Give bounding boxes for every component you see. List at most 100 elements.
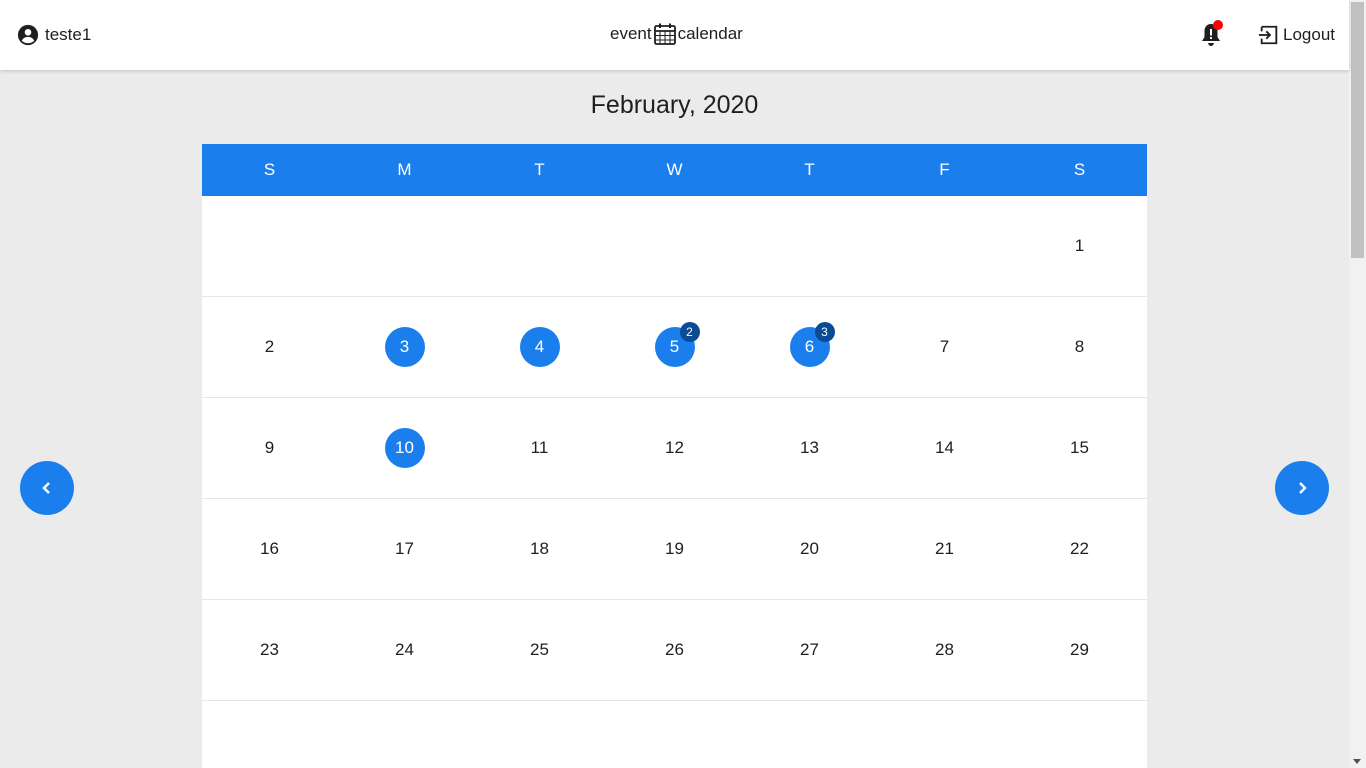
day-number-text: 16 bbox=[260, 539, 279, 558]
day-cell[interactable]: 3 bbox=[337, 297, 472, 397]
day-cell[interactable]: 9 bbox=[202, 398, 337, 498]
logout-label: Logout bbox=[1283, 25, 1335, 44]
day-cell[interactable]: 7 bbox=[877, 297, 1012, 397]
day-number[interactable]: 26 bbox=[655, 630, 695, 670]
day-cell[interactable]: 23 bbox=[202, 600, 337, 700]
day-number-with-event[interactable]: 3 bbox=[384, 327, 425, 367]
day-number-text: 7 bbox=[939, 337, 950, 356]
day-number[interactable]: 19 bbox=[655, 529, 695, 569]
day-number-text: 1 bbox=[1074, 236, 1085, 255]
day-cell bbox=[607, 196, 742, 296]
day-number[interactable]: 15 bbox=[1060, 428, 1100, 468]
day-cell[interactable]: 26 bbox=[607, 600, 742, 700]
calendar-week-row: 16 17 18 19 20 21 22 bbox=[202, 499, 1147, 600]
day-number[interactable]: 12 bbox=[655, 428, 695, 468]
scrollbar-thumb[interactable] bbox=[1351, 2, 1364, 258]
day-cell[interactable]: 15 bbox=[1012, 398, 1147, 498]
day-number[interactable]: 18 bbox=[520, 529, 560, 569]
weekday-label: W bbox=[666, 160, 683, 179]
day-cell[interactable]: 28 bbox=[877, 600, 1012, 700]
logout-button[interactable]: Logout bbox=[1258, 24, 1335, 46]
day-cell[interactable]: 27 bbox=[742, 600, 877, 700]
day-number-with-event[interactable]: 10 bbox=[384, 428, 425, 468]
day-number[interactable]: 21 bbox=[925, 529, 965, 569]
day-number[interactable]: 13 bbox=[790, 428, 830, 468]
day-cell[interactable]: 52 bbox=[607, 297, 742, 397]
next-month-button[interactable] bbox=[1275, 461, 1329, 515]
day-cell[interactable]: 11 bbox=[472, 398, 607, 498]
day-number[interactable]: 16 bbox=[250, 529, 290, 569]
day-cell[interactable]: 21 bbox=[877, 499, 1012, 599]
page-scrollbar[interactable] bbox=[1349, 0, 1366, 768]
previous-month-button[interactable] bbox=[20, 461, 74, 515]
day-number[interactable]: 7 bbox=[925, 327, 965, 367]
day-number[interactable]: 17 bbox=[385, 529, 425, 569]
day-number-text: 9 bbox=[264, 438, 275, 457]
day-cell[interactable]: 12 bbox=[607, 398, 742, 498]
day-number-text: 14 bbox=[935, 438, 954, 457]
day-number[interactable]: 1 bbox=[1060, 226, 1100, 266]
day-cell[interactable]: 19 bbox=[607, 499, 742, 599]
day-cell[interactable]: 2 bbox=[202, 297, 337, 397]
weekday-label: T bbox=[804, 160, 815, 179]
day-number-with-event[interactable]: 63 bbox=[789, 322, 835, 367]
day-number[interactable]: 27 bbox=[790, 630, 830, 670]
calendar-week-row: 234526378 bbox=[202, 297, 1147, 398]
day-cell[interactable]: 1 bbox=[1012, 196, 1147, 296]
day-number-text: 20 bbox=[800, 539, 819, 558]
day-number-with-event[interactable]: 4 bbox=[519, 327, 560, 367]
brand-text-event: event bbox=[610, 24, 652, 43]
day-number[interactable]: 28 bbox=[925, 630, 965, 670]
user-profile[interactable]: teste1 bbox=[17, 24, 91, 46]
notifications-button[interactable] bbox=[1200, 20, 1224, 48]
day-cell[interactable]: 24 bbox=[337, 600, 472, 700]
day-number[interactable]: 22 bbox=[1060, 529, 1100, 569]
day-cell[interactable]: 8 bbox=[1012, 297, 1147, 397]
day-cell[interactable]: 4 bbox=[472, 297, 607, 397]
day-number-text: 5 bbox=[669, 337, 680, 356]
day-cell bbox=[472, 196, 607, 296]
day-number-text: 18 bbox=[530, 539, 549, 558]
day-number[interactable]: 14 bbox=[925, 428, 965, 468]
day-cell bbox=[202, 196, 337, 296]
day-number[interactable]: 29 bbox=[1060, 630, 1100, 670]
day-number-text: 21 bbox=[935, 539, 954, 558]
day-number-text: 25 bbox=[530, 640, 549, 659]
day-number-text: 23 bbox=[260, 640, 279, 659]
weekday-label: S bbox=[263, 160, 276, 179]
day-number[interactable]: 20 bbox=[790, 529, 830, 569]
day-cell bbox=[337, 196, 472, 296]
day-cell[interactable]: 29 bbox=[1012, 600, 1147, 700]
day-number-text: 15 bbox=[1070, 438, 1089, 457]
day-number-text: 13 bbox=[800, 438, 819, 457]
day-cell[interactable]: 14 bbox=[877, 398, 1012, 498]
day-number[interactable]: 24 bbox=[385, 630, 425, 670]
day-cell[interactable]: 22 bbox=[1012, 499, 1147, 599]
day-cell[interactable]: 20 bbox=[742, 499, 877, 599]
day-cell[interactable]: 18 bbox=[472, 499, 607, 599]
day-cell[interactable]: 17 bbox=[337, 499, 472, 599]
brand-logo[interactable]: event calendar bbox=[610, 22, 743, 46]
logout-icon bbox=[1258, 25, 1278, 45]
day-number[interactable]: 8 bbox=[1060, 327, 1100, 367]
day-cell[interactable]: 25 bbox=[472, 600, 607, 700]
day-number[interactable]: 25 bbox=[520, 630, 560, 670]
day-number-text: 28 bbox=[935, 640, 954, 659]
day-number[interactable]: 2 bbox=[250, 327, 290, 367]
day-number[interactable]: 9 bbox=[250, 428, 290, 468]
day-cell[interactable]: 13 bbox=[742, 398, 877, 498]
day-number-text: 17 bbox=[395, 539, 414, 558]
scroll-down-arrow-icon[interactable] bbox=[1353, 759, 1361, 764]
day-number-text: 22 bbox=[1070, 539, 1089, 558]
calendar-week-row: 1 bbox=[202, 196, 1147, 297]
day-number-text: 8 bbox=[1074, 337, 1085, 356]
day-cell[interactable]: 16 bbox=[202, 499, 337, 599]
event-count-badge: 2 bbox=[679, 322, 700, 342]
day-number-with-event[interactable]: 52 bbox=[654, 322, 700, 367]
day-cell[interactable]: 10 bbox=[337, 398, 472, 498]
day-number-text: 10 bbox=[395, 438, 414, 457]
day-number[interactable]: 11 bbox=[520, 428, 560, 468]
day-number-text: 26 bbox=[665, 640, 684, 659]
day-cell[interactable]: 63 bbox=[742, 297, 877, 397]
day-number[interactable]: 23 bbox=[250, 630, 290, 670]
